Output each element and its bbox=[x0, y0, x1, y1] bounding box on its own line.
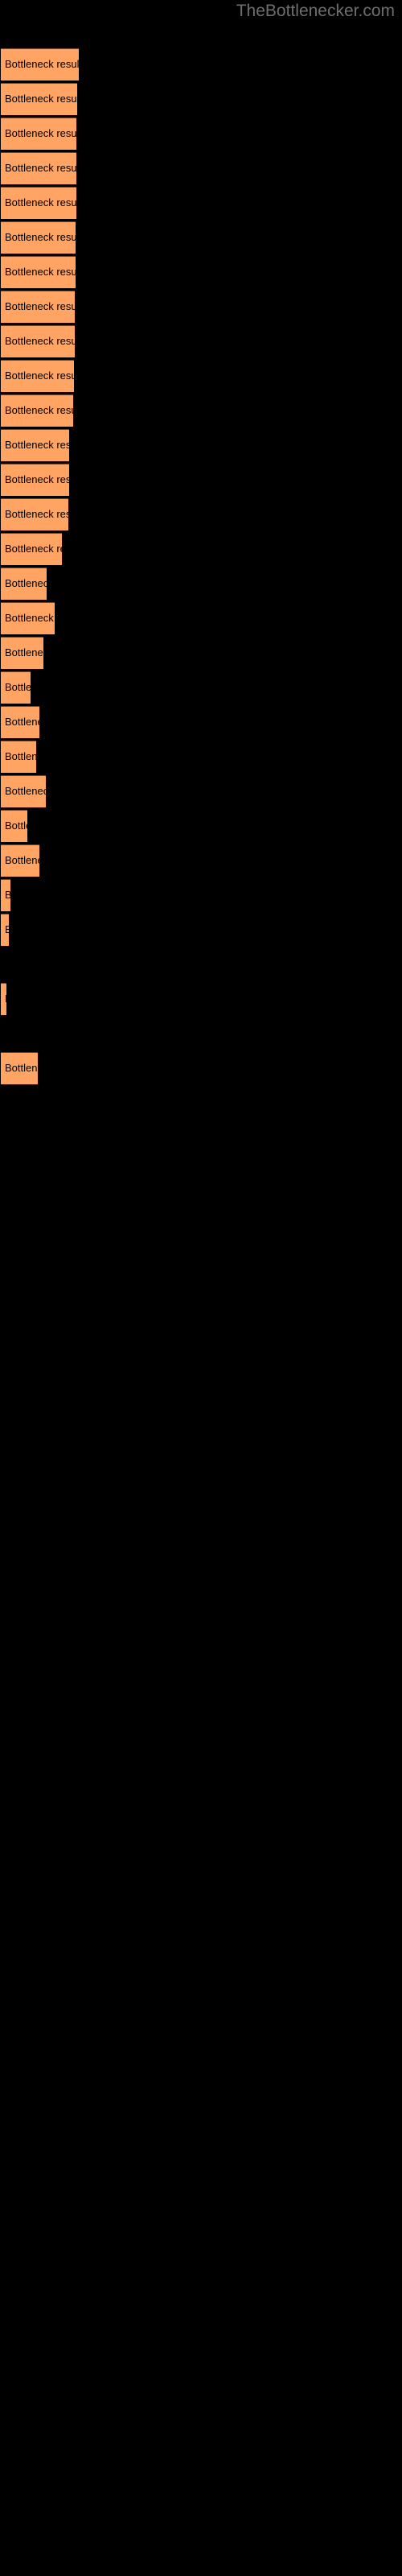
bar-row: Bottleneck result bbox=[0, 498, 402, 530]
bar-row: Bottleneck result bbox=[0, 48, 402, 80]
bar-row: Bottleneck result bbox=[0, 325, 402, 357]
bar-label: Bottleneck result bbox=[5, 577, 47, 589]
bar-row: Bottleneck result bbox=[0, 810, 402, 842]
bar-label-clip: Bottleneck result bbox=[1, 394, 73, 427]
bar-label: Bottleneck result bbox=[5, 854, 39, 866]
bar-row: Bottleneck result bbox=[0, 429, 402, 461]
bar-label: Bottleneck result bbox=[5, 716, 39, 728]
bar-label: Bottleneck result bbox=[5, 983, 6, 1015]
bar-label: Bottleneck result bbox=[5, 58, 79, 70]
bar-row: Bottleneck result bbox=[0, 983, 402, 1015]
bar-label-clip: Bottleneck result bbox=[1, 187, 76, 219]
bar-label-clip: Bottleneck result bbox=[1, 637, 43, 669]
bar-label: Bottleneck result bbox=[5, 231, 76, 243]
bar-label: Bottleneck result bbox=[5, 612, 55, 624]
bar-label-clip: Bottleneck result bbox=[1, 602, 55, 634]
bar-label-clip: Bottleneck result bbox=[1, 533, 62, 565]
bar-label-clip: Bottleneck result bbox=[1, 464, 69, 496]
bar-row: Bottleneck result bbox=[0, 914, 402, 946]
bar-label-clip: Bottleneck result bbox=[1, 221, 76, 254]
bar-row: Bottleneck result bbox=[0, 1052, 402, 1084]
bar-label-clip: Bottleneck result bbox=[1, 498, 68, 530]
bar-row: Bottleneck result bbox=[0, 394, 402, 427]
bar-label: Bottleneck result bbox=[5, 681, 31, 693]
bar-row: Bottleneck result bbox=[0, 464, 402, 496]
bar-label-clip: Bottleneck result bbox=[1, 914, 9, 946]
bar-label-clip: Bottleneck result bbox=[1, 568, 47, 600]
bar-label-clip: Bottleneck result bbox=[1, 83, 77, 115]
bar-row bbox=[0, 1018, 402, 1050]
bar-label: Bottleneck result bbox=[5, 543, 62, 555]
bar-label-clip: Bottleneck result bbox=[1, 741, 36, 773]
bar-label-clip: Bottleneck result bbox=[1, 429, 69, 461]
bar-label-clip: Bottleneck result bbox=[1, 360, 74, 392]
bar-row: Bottleneck result bbox=[0, 775, 402, 807]
bar-row: Bottleneck result bbox=[0, 568, 402, 600]
bar-label-clip: Bottleneck result bbox=[1, 983, 6, 1015]
bar-label: Bottleneck result bbox=[5, 1062, 38, 1074]
bar-label: Bottleneck result bbox=[5, 266, 76, 278]
bar-label: Bottleneck result bbox=[5, 439, 69, 451]
bar-label: Bottleneck result bbox=[5, 785, 46, 797]
bar-label: Bottleneck result bbox=[5, 819, 27, 832]
bar-row: Bottleneck result bbox=[0, 291, 402, 323]
bar-label-clip: Bottleneck result bbox=[1, 256, 76, 288]
bar-row: Bottleneck result bbox=[0, 602, 402, 634]
bar-row: Bottleneck result bbox=[0, 706, 402, 738]
bar-row: Bottleneck result bbox=[0, 118, 402, 150]
bar-label: Bottleneck result bbox=[5, 646, 43, 658]
bar-row: Bottleneck result bbox=[0, 152, 402, 184]
bar-label-clip: Bottleneck result bbox=[1, 706, 39, 738]
bar-label: Bottleneck result bbox=[5, 923, 9, 935]
bar-label: Bottleneck result bbox=[5, 889, 10, 901]
bar-row: Bottleneck result bbox=[0, 741, 402, 773]
bar-row: Bottleneck result bbox=[0, 360, 402, 392]
bar-row: Bottleneck result bbox=[0, 187, 402, 219]
bar-label-clip: Bottleneck result bbox=[1, 48, 79, 80]
bar-label: Bottleneck result bbox=[5, 127, 76, 139]
bar-label: Bottleneck result bbox=[5, 473, 69, 485]
bar-label: Bottleneck result bbox=[5, 404, 73, 416]
bar-label: Bottleneck result bbox=[5, 508, 68, 520]
bar-label: Bottleneck result bbox=[5, 750, 36, 762]
bottleneck-chart: TheBottlenecker.com Bottleneck result Bot… bbox=[0, 0, 402, 2576]
bar-label: Bottleneck result bbox=[5, 300, 75, 312]
bar-label: Bottleneck result bbox=[5, 369, 74, 382]
bar-label-clip: Bottleneck result bbox=[1, 671, 31, 704]
bar-label-clip: Bottleneck result bbox=[1, 844, 39, 877]
bar-row: Bottleneck result bbox=[0, 221, 402, 254]
bar-label-clip: Bottleneck result bbox=[1, 775, 46, 807]
bar-label: Bottleneck result bbox=[5, 93, 77, 105]
bar-label-clip: Bottleneck result bbox=[1, 325, 75, 357]
bar-label: Bottleneck result bbox=[5, 162, 76, 174]
bar-label-clip: Bottleneck result bbox=[1, 118, 76, 150]
bar-row: Bottleneck result bbox=[0, 844, 402, 877]
bar-row: Bottleneck result bbox=[0, 637, 402, 669]
bar-label-clip: Bottleneck result bbox=[1, 810, 27, 842]
bar-label-clip: Bottleneck result bbox=[1, 1052, 38, 1084]
bar-row: Bottleneck result bbox=[0, 671, 402, 704]
bar-label-clip: Bottleneck result bbox=[1, 152, 76, 184]
bar-label-clip: Bottleneck result bbox=[1, 291, 75, 323]
bar-label-clip: Bottleneck result bbox=[1, 879, 10, 911]
bar-row: Bottleneck result bbox=[0, 533, 402, 565]
bar-row: Bottleneck result bbox=[0, 879, 402, 911]
bar-row: Bottleneck result bbox=[0, 256, 402, 288]
bar-row: Bottleneck result bbox=[0, 83, 402, 115]
bar-label: Bottleneck result bbox=[5, 335, 75, 347]
bar-label: Bottleneck result bbox=[5, 196, 76, 208]
site-watermark: TheBottlenecker.com bbox=[236, 2, 395, 20]
bar-row bbox=[0, 948, 402, 980]
